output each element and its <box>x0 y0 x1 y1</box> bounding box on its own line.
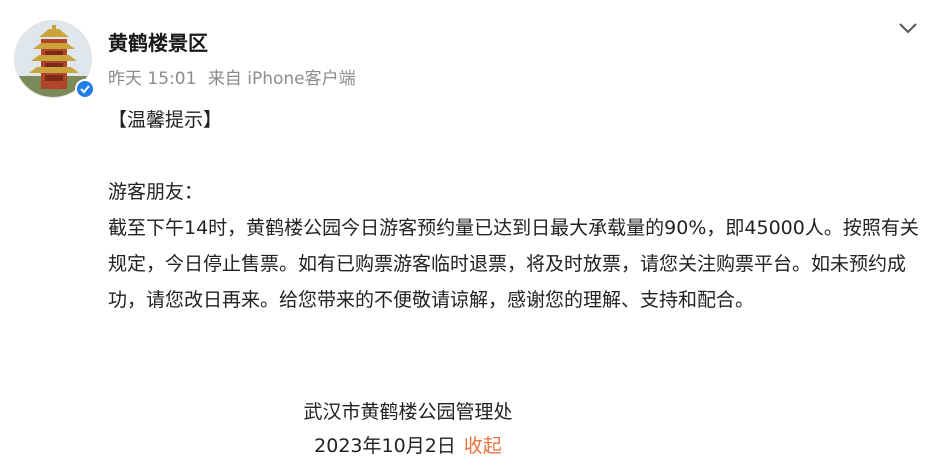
collapse-link[interactable]: 收起 <box>464 435 502 457</box>
post-date-line: 2023年10月2日 收起 <box>108 428 708 464</box>
post-time[interactable]: 昨天 15:01 <box>108 69 196 89</box>
verified-badge-icon <box>75 79 95 99</box>
author-name[interactable]: 黄鹤楼景区 <box>108 29 208 57</box>
post-meta: 昨天 15:01 来自 iPhone客户端 <box>108 66 362 92</box>
post-source: 来自 iPhone客户端 <box>207 69 356 89</box>
post-content: 【温馨提示】 游客朋友： 截至下午14时，黄鹤楼公园今日游客预约量已达到日最大承… <box>108 102 924 318</box>
post-date: 2023年10月2日 <box>314 435 456 457</box>
post-greeting: 游客朋友： <box>108 181 204 203</box>
chevron-down-icon[interactable] <box>896 16 920 40</box>
post-notice: 【温馨提示】 <box>108 109 223 131</box>
post-spacer <box>108 138 924 174</box>
post-body: 截至下午14时，黄鹤楼公园今日游客预约量已达到日最大承载量的90%，即45000… <box>108 217 919 311</box>
post-signature: 武汉市黄鹤楼公园管理处 <box>303 401 513 423</box>
